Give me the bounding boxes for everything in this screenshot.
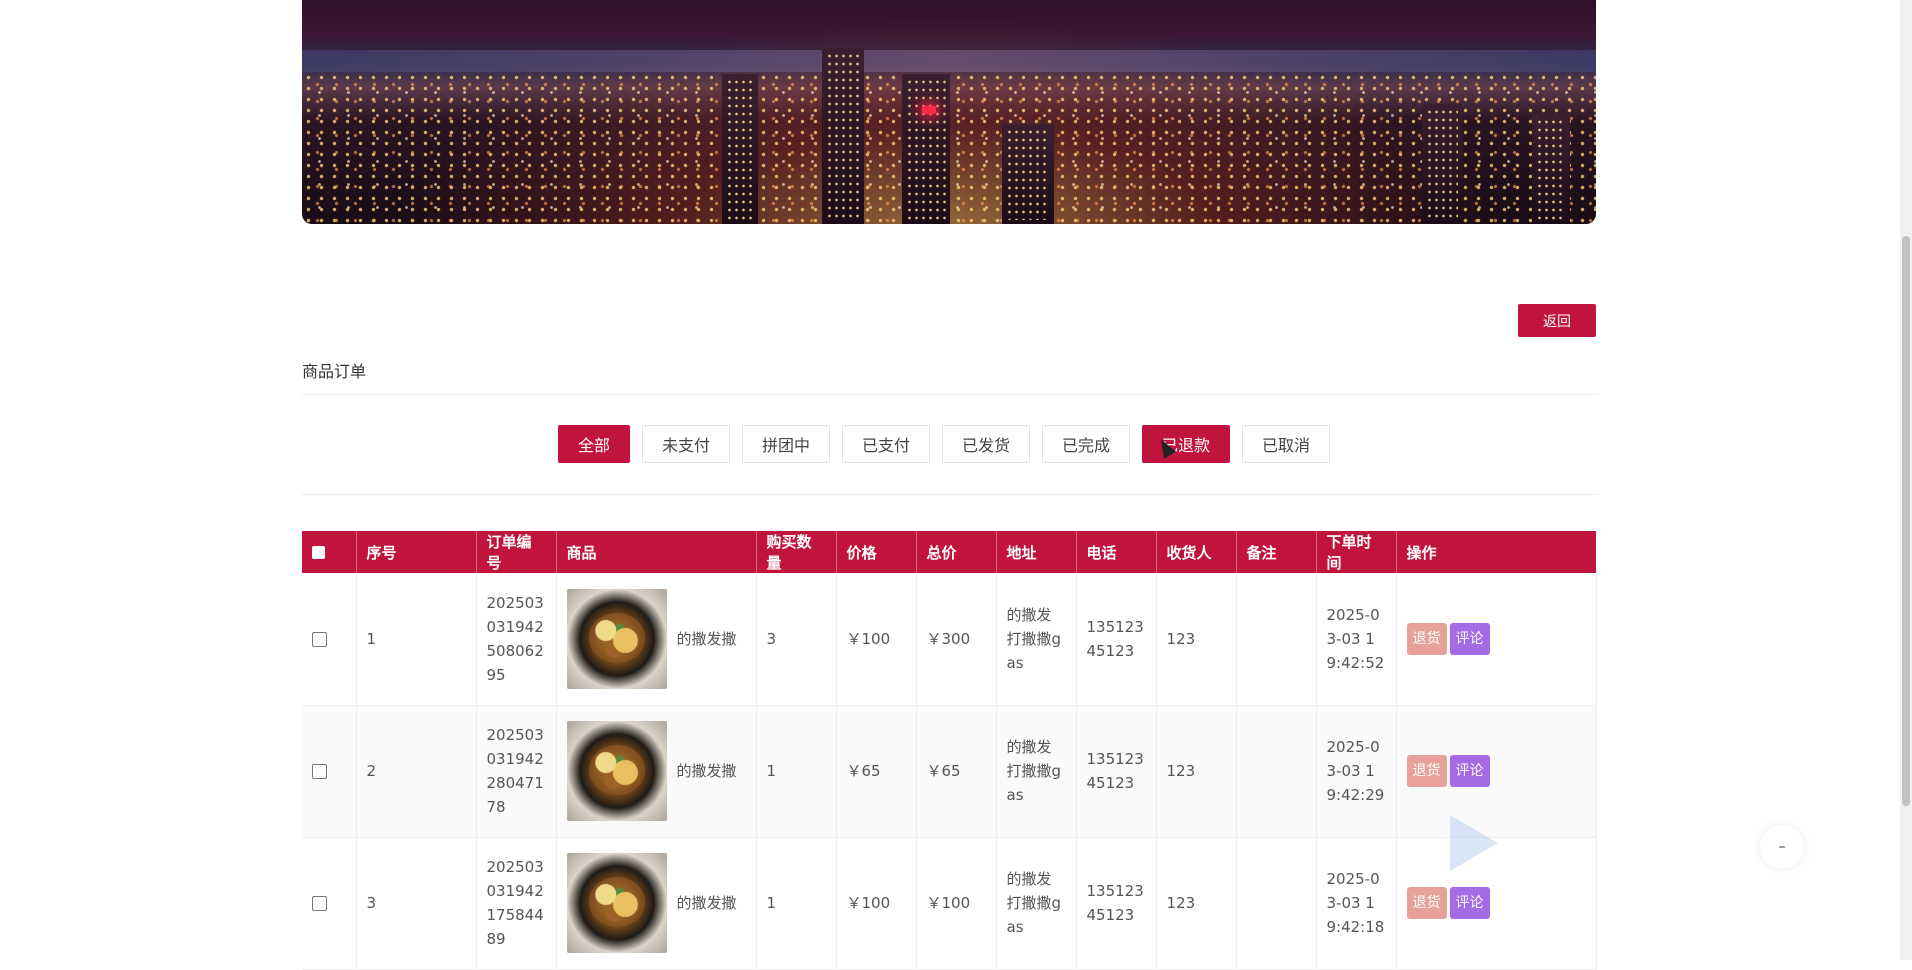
column-header: 序号 [356, 531, 477, 573]
table-row: 2 20250303194228047178 的撒发撒 1 ￥65 ￥65 的撒… [302, 705, 1597, 838]
banner-beacon [922, 106, 936, 114]
product-image[interactable] [566, 853, 667, 953]
row-checkbox[interactable] [312, 631, 327, 647]
review-button[interactable]: 评论 [1449, 755, 1490, 787]
cell-qty: 1 [756, 837, 837, 970]
product-image[interactable] [566, 721, 667, 821]
tab-cancelled[interactable]: 已取消 [1242, 425, 1330, 463]
tab-group-buying[interactable]: 拼团中 [742, 425, 830, 463]
divider [302, 494, 1598, 495]
cell-phone: 13512345123 [1076, 573, 1157, 706]
product-image[interactable] [566, 588, 667, 689]
cell-price: ￥65 [836, 705, 917, 838]
cell-order-no: 20250303194250806295 [476, 573, 557, 706]
tab-completed[interactable]: 已完成 [1042, 425, 1130, 463]
select-all-checkbox[interactable] [312, 546, 325, 559]
cell-address: 的撒发打撒撒gas [996, 837, 1077, 970]
divider [302, 394, 1598, 395]
review-button[interactable]: 评论 [1449, 887, 1490, 919]
cell-note [1236, 705, 1317, 838]
tab-unpaid[interactable]: 未支付 [642, 425, 730, 463]
scrollbar-thumb[interactable] [1902, 236, 1910, 806]
column-header: 商品 [556, 531, 757, 573]
column-header: 购买数量 [756, 531, 837, 573]
column-header: 电话 [1076, 531, 1157, 573]
tab-paid[interactable]: 已支付 [842, 425, 930, 463]
cell-total: ￥65 [916, 705, 997, 838]
cell-note [1236, 837, 1317, 970]
banner-tower [902, 74, 950, 224]
cell-qty: 3 [756, 573, 837, 706]
cell-product: 的撒发撒 [556, 705, 757, 838]
cell-time: 2025-03-03 19:42:18 [1316, 837, 1397, 970]
cell-product: 的撒发撒 [556, 573, 757, 706]
cell-address: 的撒发打撒撒gas [996, 705, 1077, 838]
banner-tower [1532, 114, 1570, 224]
column-header: 备注 [1236, 531, 1317, 573]
cell-index: 2 [356, 705, 477, 838]
back-button[interactable]: 返回 [1518, 304, 1596, 337]
banner-tower [1002, 124, 1054, 224]
cell-receiver: 123 [1156, 837, 1237, 970]
refund-button[interactable]: 退货 [1406, 622, 1447, 655]
banner-river [302, 50, 1596, 72]
cell-phone: 13512345123 [1076, 837, 1157, 970]
refund-button[interactable]: 退货 [1406, 755, 1447, 787]
refund-button[interactable]: 退货 [1406, 887, 1447, 919]
cell-receiver: 123 [1156, 705, 1237, 838]
cell-index: 3 [356, 837, 477, 970]
review-button[interactable]: 评论 [1449, 622, 1490, 655]
tab-all[interactable]: 全部 [558, 425, 630, 463]
row-checkbox-cell [302, 573, 357, 706]
cell-order-no: 20250303194217584489 [476, 837, 557, 970]
cell-index: 1 [356, 573, 477, 706]
cell-note [1236, 573, 1317, 706]
banner-tower [1422, 104, 1462, 224]
cell-total: ￥300 [916, 573, 997, 706]
select-all-cell [302, 531, 357, 573]
cell-product: 的撒发撒 [556, 837, 757, 970]
cell-address: 的撒发打撒撒gas [996, 573, 1077, 706]
orders-table: 序号 订单编号 商品 购买数量 价格 总价 地址 电话 收货人 备注 下单时间 … [302, 531, 1597, 970]
product-name: 的撒发撒 [676, 762, 737, 780]
hero-banner-image [302, 0, 1596, 224]
cell-price: ￥100 [836, 837, 917, 970]
cell-time: 2025-03-03 19:42:52 [1316, 573, 1397, 706]
table-row: 1 20250303194250806295 的撒发撒 3 ￥100 ￥300 … [302, 573, 1597, 706]
column-header: 地址 [996, 531, 1077, 573]
cell-time: 2025-03-03 19:42:29 [1316, 705, 1397, 838]
column-header: 价格 [836, 531, 917, 573]
cell-qty: 1 [756, 705, 837, 838]
column-header: 总价 [916, 531, 997, 573]
row-checkbox-cell [302, 705, 357, 838]
page-title: 商品订单 [302, 362, 367, 381]
tab-shipped[interactable]: 已发货 [942, 425, 1030, 463]
cell-total: ￥100 [916, 837, 997, 970]
cell-price: ￥100 [836, 573, 917, 706]
cell-order-no: 20250303194228047178 [476, 705, 557, 838]
floating-action-icon[interactable]: – [1760, 825, 1804, 869]
table-row: 3 20250303194217584489 的撒发撒 1 ￥100 ￥100 … [302, 837, 1597, 970]
cell-phone: 13512345123 [1076, 705, 1157, 838]
row-checkbox-cell [302, 837, 357, 970]
banner-tower [722, 74, 758, 224]
column-header: 操作 [1396, 531, 1597, 573]
table-header-row: 序号 订单编号 商品 购买数量 价格 总价 地址 电话 收货人 备注 下单时间 … [302, 531, 1597, 573]
page-scrollbar[interactable] [1900, 0, 1912, 960]
product-name: 的撒发撒 [676, 629, 737, 648]
product-name: 的撒发撒 [676, 894, 737, 912]
banner-tower [822, 48, 864, 224]
column-header: 下单时间 [1316, 531, 1397, 573]
column-header: 收货人 [1156, 531, 1237, 573]
floating-play-icon[interactable] [1450, 815, 1498, 871]
cell-actions: 退货 评论 [1396, 573, 1597, 706]
row-checkbox[interactable] [312, 896, 327, 911]
row-checkbox[interactable] [312, 764, 327, 779]
cell-receiver: 123 [1156, 573, 1237, 706]
column-header: 订单编号 [476, 531, 557, 573]
